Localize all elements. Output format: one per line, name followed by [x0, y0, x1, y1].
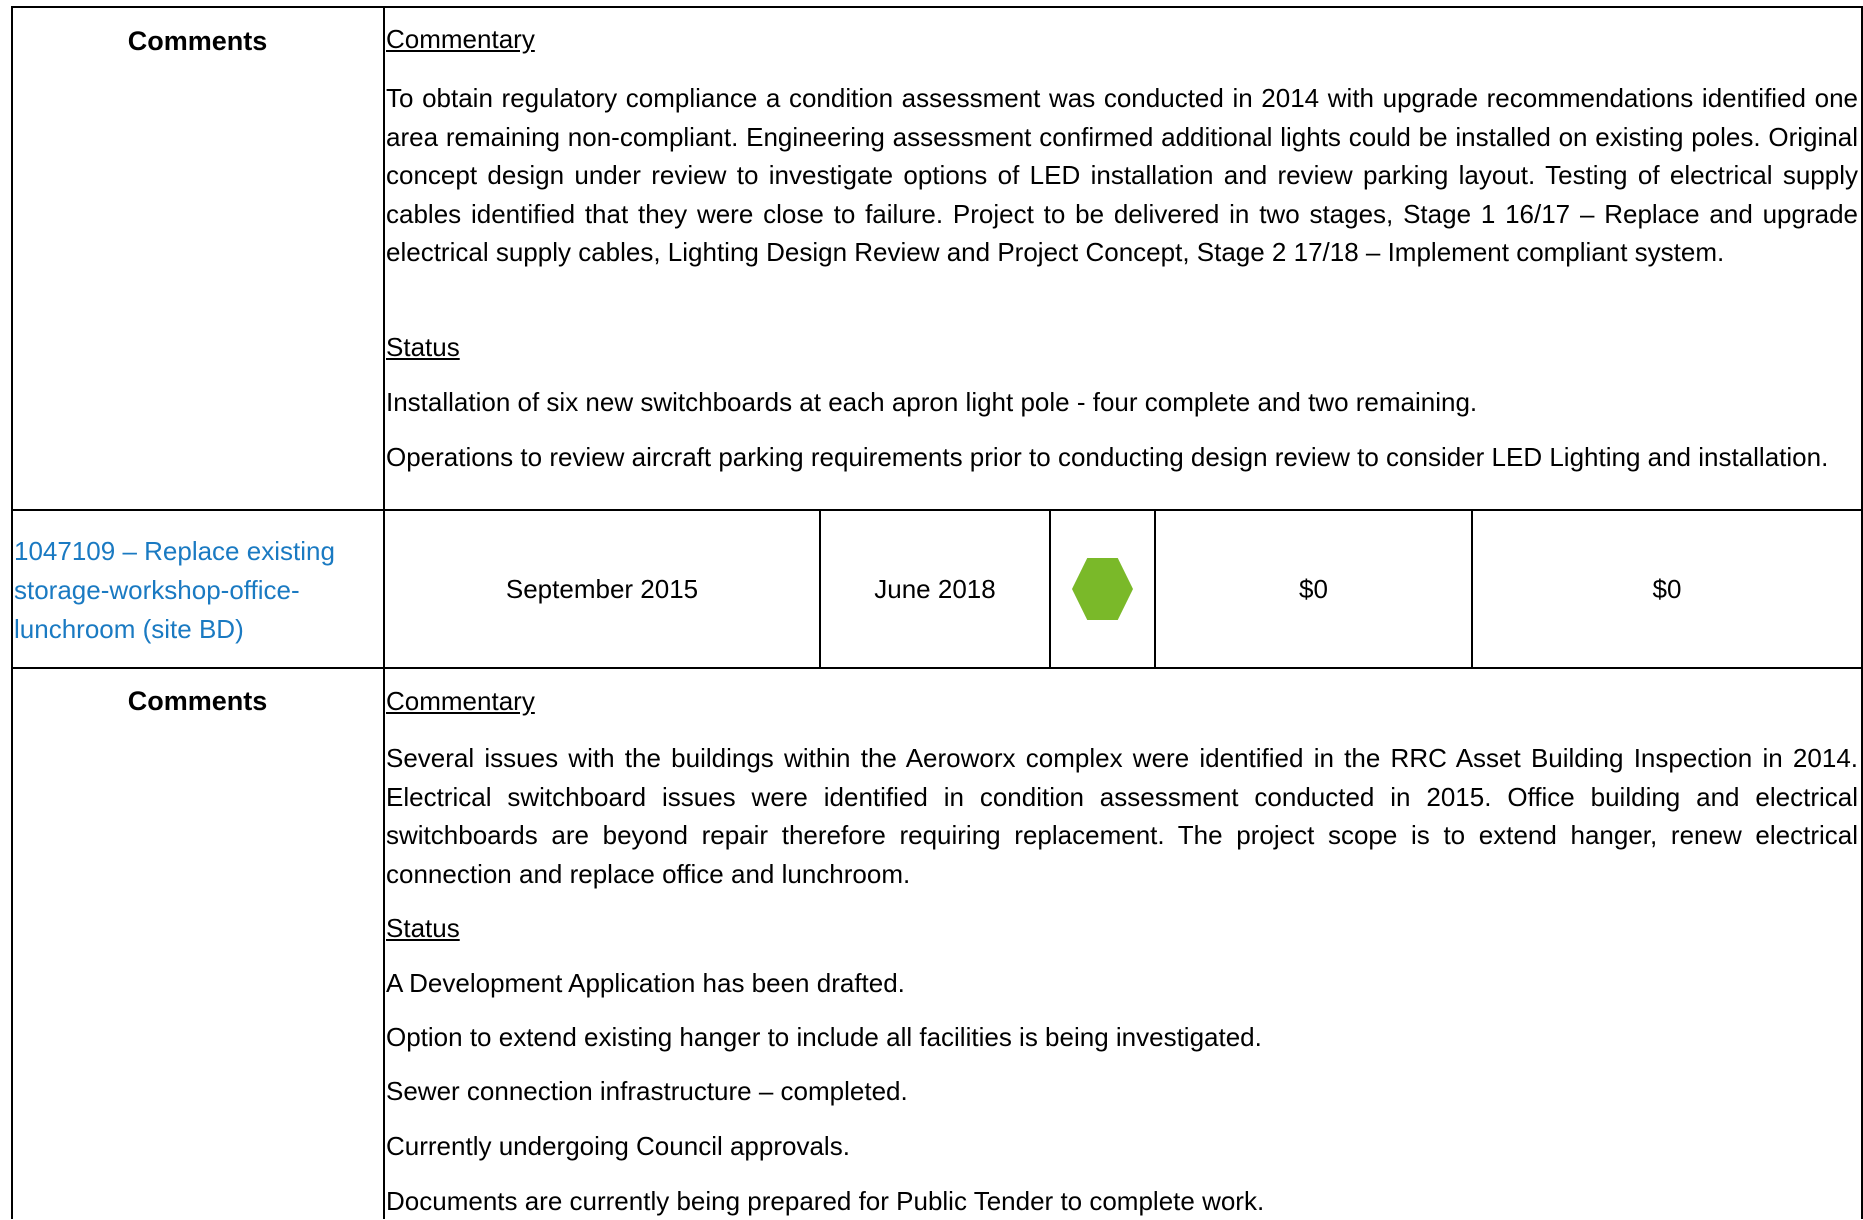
- end-date: June 2018: [874, 573, 996, 604]
- amount-2: $0: [1652, 573, 1682, 604]
- status-item: Sewer connection infrastructure – comple…: [386, 1076, 908, 1106]
- status-item: Option to extend existing hanger to incl…: [386, 1022, 1262, 1052]
- status-item: Documents are currently being prepared f…: [386, 1186, 1265, 1216]
- status-item: A Development Application has been draft…: [386, 968, 905, 998]
- status-item: Operations to review aircraft parking re…: [386, 442, 1829, 472]
- commentary-heading: Commentary: [386, 24, 535, 54]
- status-indicator: [1051, 511, 1154, 667]
- project-title-link[interactable]: 1047109 – Replace existing storage-works…: [14, 532, 374, 649]
- commentary-heading: Commentary: [386, 686, 535, 716]
- commentary-text: Several issues with the buildings within…: [386, 743, 1858, 889]
- status-item: Installation of six new switchboards at …: [386, 387, 1478, 417]
- comments-label: Comments: [127, 686, 268, 716]
- table-left-border: [11, 6, 13, 1219]
- comments-label: Comments: [127, 26, 268, 56]
- status-heading: Status: [386, 332, 460, 362]
- commentary-text: To obtain regulatory compliance a condit…: [386, 83, 1858, 267]
- start-date: September 2015: [505, 573, 699, 604]
- green-hexagon-icon: [1072, 557, 1133, 621]
- amount-1: $0: [1299, 573, 1328, 604]
- row-divider-bottom: [12, 667, 1863, 669]
- status-heading: Status: [386, 913, 460, 943]
- status-item: Currently undergoing Council approvals.: [386, 1131, 850, 1161]
- table-top-border: [12, 6, 1863, 8]
